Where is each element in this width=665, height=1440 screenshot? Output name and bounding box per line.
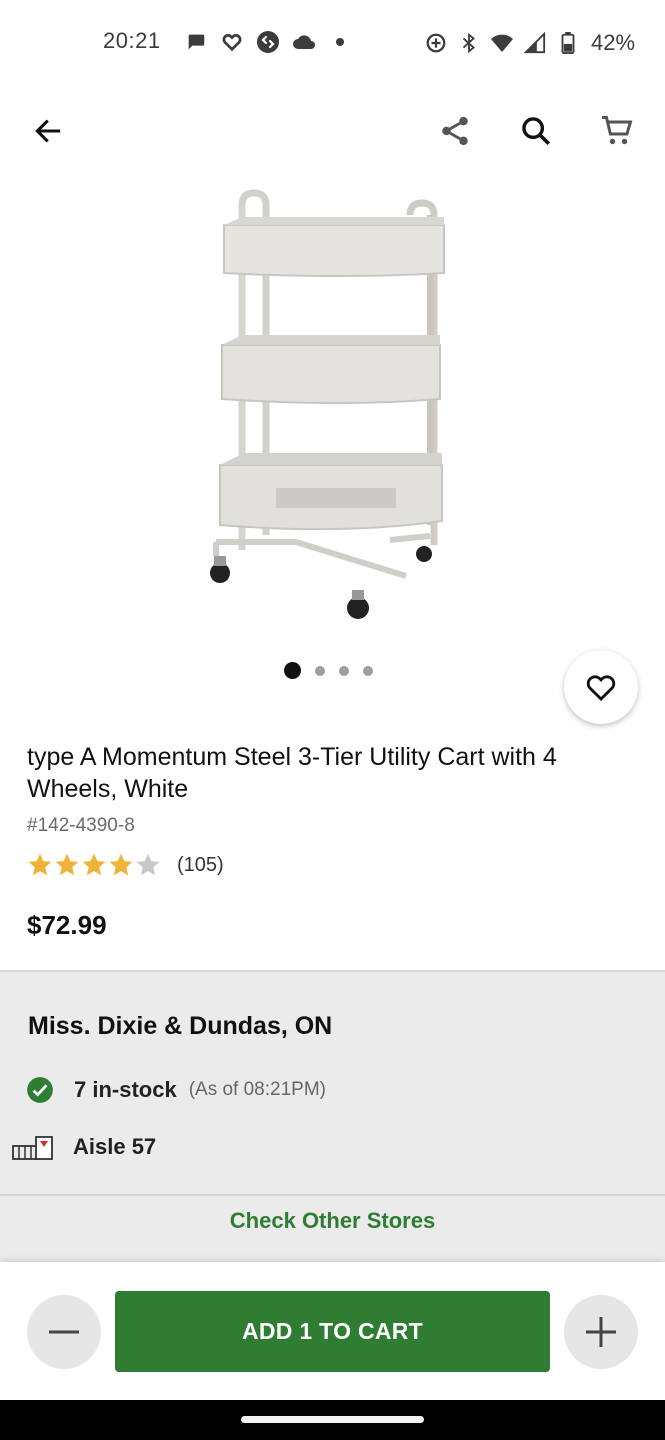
store-availability-panel: Miss. Dixie & Dundas, ON 7 in-stock (As … xyxy=(0,970,665,1262)
cloud-icon xyxy=(292,30,316,54)
status-time: 20:21 xyxy=(103,28,161,53)
search-icon xyxy=(522,117,551,146)
top-app-bar xyxy=(0,100,665,162)
decrease-quantity-button[interactable] xyxy=(27,1295,101,1369)
cart-icon xyxy=(602,116,633,145)
store-name: Miss. Dixie & Dundas, ON xyxy=(28,1012,333,1040)
check-other-stores-link[interactable]: Check Other Stores xyxy=(0,1208,665,1234)
back-button[interactable] xyxy=(24,107,72,155)
wifi-icon xyxy=(490,31,514,55)
minus-icon xyxy=(49,1330,79,1334)
divider xyxy=(0,1194,665,1196)
battery-percent: 42% xyxy=(591,30,636,55)
favorite-button[interactable] xyxy=(564,650,638,724)
search-button[interactable] xyxy=(512,107,560,155)
carousel-dot[interactable] xyxy=(284,662,301,679)
product-title: type A Momentum Steel 3-Tier Utility Car… xyxy=(27,743,557,803)
share-button[interactable] xyxy=(431,107,479,155)
home-gesture-handle[interactable] xyxy=(241,1416,424,1423)
star-empty-icon xyxy=(136,853,160,876)
increase-quantity-button[interactable] xyxy=(564,1295,638,1369)
star-filled-icon xyxy=(82,853,106,876)
add-to-cart-button[interactable]: ADD 1 TO CART xyxy=(115,1291,550,1372)
carousel-dot[interactable] xyxy=(339,665,349,676)
star-filled-icon xyxy=(55,853,79,876)
product-detail-screen: 20:21 42% type A Momentum Steel 3-Tier U… xyxy=(0,0,665,1440)
utility-cart-image xyxy=(210,189,445,619)
notification-icons xyxy=(184,30,352,54)
star-filled-icon xyxy=(28,853,52,876)
carousel-dot[interactable] xyxy=(315,665,325,676)
chat-icon xyxy=(184,30,208,54)
product-price: $72.99 xyxy=(27,910,107,940)
product-rating[interactable]: (105) xyxy=(27,852,224,878)
check-circle-icon xyxy=(27,1077,53,1103)
add-to-cart-bar: ADD 1 TO CART xyxy=(0,1262,665,1400)
cart-button[interactable] xyxy=(593,107,641,155)
product-sku: #142-4390-8 xyxy=(27,815,135,836)
stock-count: 7 in-stock xyxy=(74,1077,177,1102)
shazam-icon xyxy=(256,30,280,54)
dot-icon xyxy=(328,30,352,54)
carousel-dot[interactable] xyxy=(363,665,373,676)
status-bar: 20:21 42% xyxy=(0,0,665,88)
aisle-number: Aisle 57 xyxy=(73,1134,157,1159)
aisle-location: Aisle 57 xyxy=(12,1134,156,1160)
image-carousel-indicator xyxy=(284,662,373,679)
arrow-back-icon xyxy=(35,119,61,143)
data-saver-icon xyxy=(424,31,448,55)
stock-timestamp: (As of 08:21PM) xyxy=(188,1079,326,1100)
share-icon xyxy=(442,116,468,146)
battery-icon xyxy=(556,31,580,55)
rating-count: (105) xyxy=(177,853,224,876)
rating-stars xyxy=(27,852,161,878)
aisle-shelf-icon xyxy=(12,1136,53,1160)
heart-outline-icon xyxy=(586,675,616,702)
bluetooth-icon xyxy=(457,31,481,55)
stock-status: 7 in-stock (As of 08:21PM) xyxy=(26,1076,326,1104)
system-navigation-bar xyxy=(0,1400,665,1440)
signal-icon xyxy=(523,31,547,55)
plus-icon xyxy=(586,1317,616,1347)
heart-icon xyxy=(220,30,244,54)
product-image[interactable] xyxy=(180,180,480,640)
star-filled-icon xyxy=(109,853,133,876)
system-icons: 42% xyxy=(424,30,635,56)
